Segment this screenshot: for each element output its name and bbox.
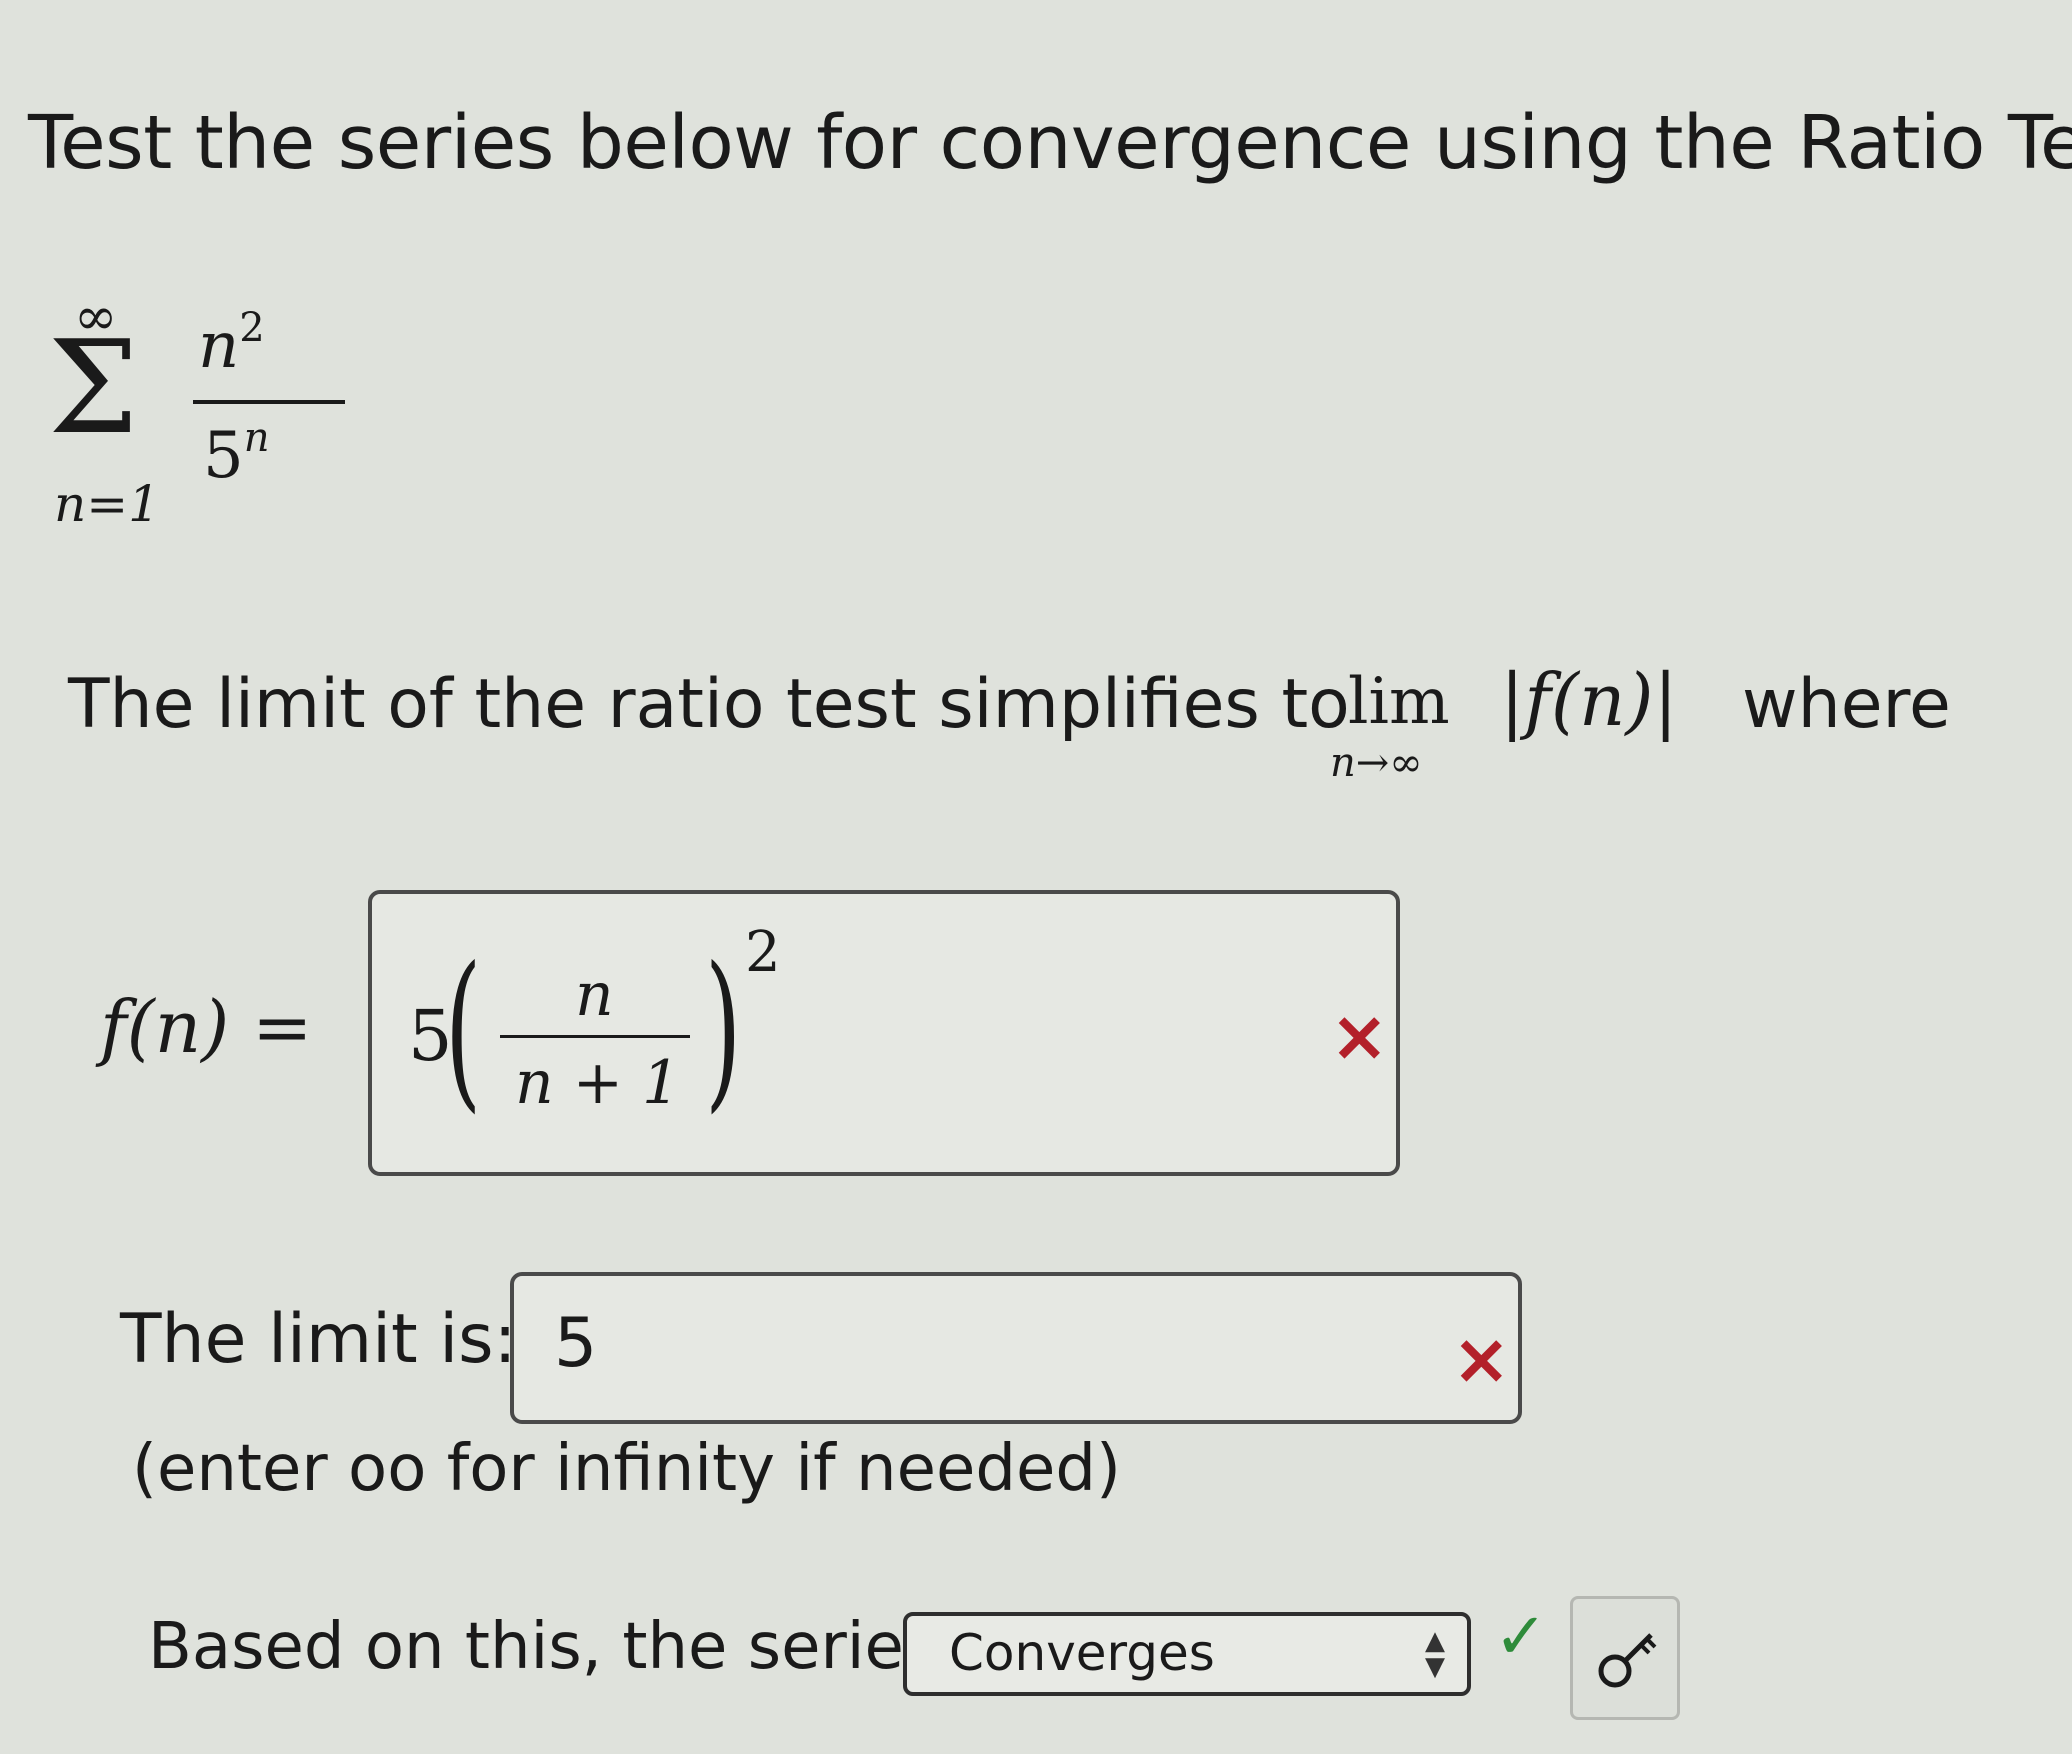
lim-subscript: n→∞: [1330, 740, 1423, 786]
series-conclusion-select[interactable]: Converges ▲ ▼: [903, 1612, 1471, 1696]
sigma-symbol: Σ: [48, 314, 139, 463]
fn-right-paren: ): [704, 931, 742, 1129]
question-prompt: Test the series below for convergence us…: [28, 100, 2072, 186]
series-fraction-bar: [193, 400, 345, 404]
fn-answer-exponent: 2: [745, 920, 781, 985]
abs-f-expression: |f(n)|: [1500, 658, 1678, 742]
ratio-sentence: The limit of the ratio test simplifies t…: [68, 665, 1350, 744]
fn-left-paren: (: [444, 931, 482, 1129]
limit-input[interactable]: 5: [510, 1272, 1522, 1424]
infinity-hint: (enter oo for infinity if needed): [132, 1432, 1121, 1506]
select-value: Converges: [949, 1624, 1215, 1682]
fn-answer-denominator: n + 1: [515, 1048, 681, 1118]
series-expression: ∞ Σ n=1 n2 5n: [48, 285, 348, 545]
fn-answer-input[interactable]: [368, 890, 1400, 1176]
sum-lower-limit: n=1: [54, 475, 160, 533]
limit-label: The limit is:: [120, 1300, 517, 1379]
series-numerator: n2: [198, 305, 265, 383]
key-button[interactable]: [1570, 1596, 1680, 1720]
conclusion-label: Based on this, the series: [148, 1610, 938, 1684]
lim-operator: lim: [1348, 665, 1450, 739]
incorrect-icon: ×: [1452, 1318, 1511, 1400]
series-denominator: 5n: [203, 415, 270, 493]
incorrect-icon: ×: [1330, 995, 1389, 1077]
fn-label: f(n) =: [100, 985, 313, 1069]
key-icon: [1598, 1633, 1657, 1688]
fn-answer-numerator: n: [575, 960, 614, 1030]
select-arrows-icon: ▲ ▼: [1425, 1626, 1445, 1682]
check-icon: ✓: [1494, 1600, 1548, 1674]
ratio-sentence-suffix: where: [1742, 665, 1951, 744]
fn-fraction-bar: [500, 1035, 690, 1038]
